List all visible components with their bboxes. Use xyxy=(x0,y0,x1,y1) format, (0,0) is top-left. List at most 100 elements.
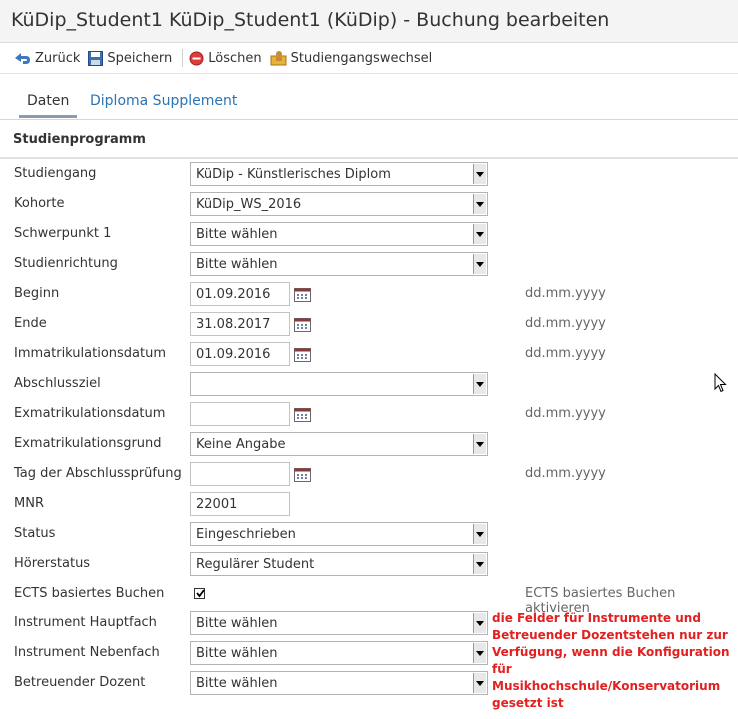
row-studiengang: Studiengang KüDip - Künstlerisches Diplo… xyxy=(0,160,738,190)
tab-daten[interactable]: Daten xyxy=(19,91,78,118)
annotation-line: Verfügung, wenn die Konfiguration xyxy=(492,645,730,659)
dropdown-arrow-icon xyxy=(473,374,486,394)
annotation-line: die Felder für Instrumente und xyxy=(492,611,701,625)
kohorte-value: KüDip_WS_2016 xyxy=(196,197,302,212)
back-arrow-icon xyxy=(15,52,30,64)
hoererstatus-select[interactable]: Regulärer Student xyxy=(190,552,488,576)
row-exmatrikulationsgrund: Exmatrikulationsgrund Keine Angabe xyxy=(0,430,738,460)
label-ende: Ende xyxy=(14,316,47,331)
row-ects: ECTS basiertes Buchen ECTS basiertes Buc… xyxy=(0,580,738,616)
change-programme-label: Studiengangswechsel xyxy=(290,50,433,66)
back-button[interactable]: Zurück xyxy=(14,51,80,66)
beginn-date-input[interactable]: 01.09.2016 xyxy=(190,282,290,306)
change-programme-button[interactable]: Studiengangswechsel xyxy=(270,50,433,66)
ende-date-input[interactable]: 31.08.2017 xyxy=(190,312,290,336)
row-exmatrikulationsdatum: Exmatrikulationsdatum dd.mm.yyyy xyxy=(0,400,738,430)
exmatrikulationsdatum-input[interactable] xyxy=(190,402,290,426)
date-format-hint: dd.mm.yyyy xyxy=(525,316,606,331)
row-status: Status Eingeschrieben xyxy=(0,520,738,550)
date-format-hint: dd.mm.yyyy xyxy=(525,286,606,301)
dropdown-arrow-icon xyxy=(473,643,486,663)
dropdown-arrow-icon xyxy=(473,224,486,244)
calendar-icon[interactable] xyxy=(294,468,311,482)
calendar-icon[interactable] xyxy=(294,318,311,332)
section-header: Studienprogramm xyxy=(0,119,738,159)
studienrichtung-select[interactable]: Bitte wählen xyxy=(190,252,488,276)
label-beginn: Beginn xyxy=(14,286,60,301)
configuration-annotation: die Felder für Instrumente und Betreuend… xyxy=(492,610,732,712)
dropdown-arrow-icon xyxy=(473,554,486,574)
label-exmatrikulationsdatum: Exmatrikulationsdatum xyxy=(14,406,166,421)
mnr-input[interactable]: 22001 xyxy=(190,492,290,516)
row-hoererstatus: Hörerstatus Regulärer Student xyxy=(0,550,738,580)
row-abschlusspruefung: Tag der Abschlussprüfung dd.mm.yyyy xyxy=(0,460,738,490)
tab-diploma-supplement[interactable]: Diploma Supplement xyxy=(82,91,245,115)
calendar-icon[interactable] xyxy=(294,288,311,302)
dropdown-arrow-icon xyxy=(473,164,486,184)
calendar-icon[interactable] xyxy=(294,348,311,362)
row-mnr: MNR 22001 xyxy=(0,490,738,520)
delete-button-label: Löschen xyxy=(208,50,262,66)
dropdown-arrow-icon xyxy=(473,524,486,544)
instrument-nebenfach-select[interactable]: Bitte wählen xyxy=(190,641,488,665)
label-instrument-hauptfach: Instrument Hauptfach xyxy=(14,615,157,630)
ects-checkbox[interactable] xyxy=(194,588,205,599)
label-studiengang: Studiengang xyxy=(14,166,97,181)
abschlusspruefung-date-input[interactable] xyxy=(190,462,290,486)
date-format-hint: dd.mm.yyyy xyxy=(525,466,606,481)
schwerpunkt-select[interactable]: Bitte wählen xyxy=(190,222,488,246)
toolbar: Zurück Speichern Löschen Studiengangswec… xyxy=(0,43,738,74)
label-betreuender-dozent: Betreuender Dozent xyxy=(14,675,146,690)
row-kohorte: Kohorte KüDip_WS_2016 xyxy=(0,190,738,220)
label-schwerpunkt: Schwerpunkt 1 xyxy=(14,226,112,241)
dropdown-arrow-icon xyxy=(473,434,486,454)
label-abschlusspruefung: Tag der Abschlussprüfung xyxy=(14,466,182,481)
back-button-label: Zurück xyxy=(35,50,81,66)
delete-icon xyxy=(189,51,204,65)
status-select[interactable]: Eingeschrieben xyxy=(190,522,488,546)
checkmark-icon xyxy=(196,589,205,598)
studiengang-select[interactable]: KüDip - Künstlerisches Diplom xyxy=(190,162,488,186)
save-button[interactable]: Speichern xyxy=(88,50,172,66)
label-hoererstatus: Hörerstatus xyxy=(14,556,91,571)
exmatrikulationsgrund-select[interactable]: Keine Angabe xyxy=(190,432,488,456)
user-folder-icon xyxy=(270,51,287,66)
label-studienrichtung: Studienrichtung xyxy=(14,256,118,271)
annotation-line: für Musikhochschule/Konservatorium xyxy=(492,662,721,693)
section-title: Studienprogramm xyxy=(13,132,146,147)
date-format-hint: dd.mm.yyyy xyxy=(525,346,606,361)
row-beginn: Beginn 01.09.2016 dd.mm.yyyy xyxy=(0,280,738,310)
floppy-disk-icon xyxy=(88,50,104,66)
dropdown-arrow-icon xyxy=(473,673,486,693)
instrument-hauptfach-select[interactable]: Bitte wählen xyxy=(190,611,488,635)
tab-bar: Daten Diploma Supplement xyxy=(0,90,738,120)
date-format-hint: dd.mm.yyyy xyxy=(525,406,606,421)
dropdown-arrow-icon xyxy=(473,613,486,633)
label-ects: ECTS basiertes Buchen xyxy=(14,586,165,601)
instrument-nebenfach-value: Bitte wählen xyxy=(196,646,278,661)
label-kohorte: Kohorte xyxy=(14,196,65,211)
calendar-icon[interactable] xyxy=(294,408,311,422)
schwerpunkt-value: Bitte wählen xyxy=(196,227,278,242)
delete-button[interactable]: Löschen xyxy=(189,50,262,66)
dropdown-arrow-icon xyxy=(473,194,486,214)
immatrikulationsdatum-value: 01.09.2016 xyxy=(196,347,271,362)
row-schwerpunkt: Schwerpunkt 1 Bitte wählen xyxy=(0,220,738,250)
kohorte-select[interactable]: KüDip_WS_2016 xyxy=(190,192,488,216)
annotation-line: Betreuender Dozentstehen nur zur xyxy=(492,628,728,642)
label-mnr: MNR xyxy=(14,496,44,511)
abschlussziel-select[interactable] xyxy=(190,372,488,396)
mouse-cursor-icon xyxy=(714,373,727,393)
label-status: Status xyxy=(14,526,56,541)
instrument-hauptfach-value: Bitte wählen xyxy=(196,616,278,631)
toolbar-divider xyxy=(182,49,184,67)
label-immatrikulationsdatum: Immatrikulationsdatum xyxy=(14,346,167,361)
betreuender-dozent-select[interactable]: Bitte wählen xyxy=(190,671,488,695)
label-instrument-nebenfach: Instrument Nebenfach xyxy=(14,645,160,660)
row-ende: Ende 31.08.2017 dd.mm.yyyy xyxy=(0,310,738,340)
immatrikulationsdatum-input[interactable]: 01.09.2016 xyxy=(190,342,290,366)
row-studienrichtung: Studienrichtung Bitte wählen xyxy=(0,250,738,280)
status-value: Eingeschrieben xyxy=(196,527,296,542)
exmatrikulationsgrund-value: Keine Angabe xyxy=(196,437,286,452)
row-immatrikulationsdatum: Immatrikulationsdatum 01.09.2016 dd.mm.y… xyxy=(0,340,738,370)
